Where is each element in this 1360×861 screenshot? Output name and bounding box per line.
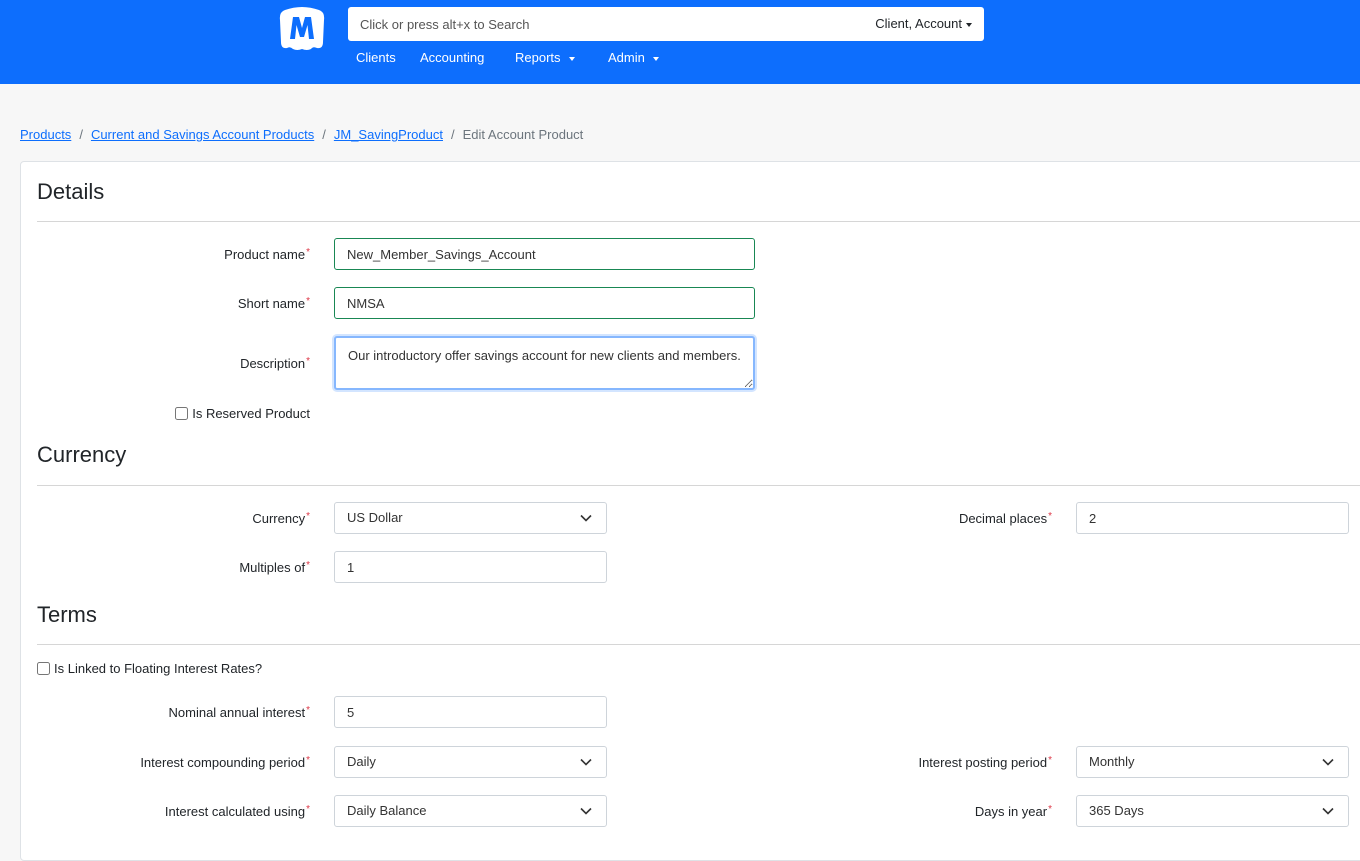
reserved-product-label: Is Reserved Product <box>192 406 310 421</box>
days-in-year-select[interactable]: 365 Days <box>1076 795 1349 827</box>
top-navbar: Client, Account Clients Accounting Repor… <box>0 0 1360 84</box>
compounding-period-label: Interest compounding period* <box>140 755 310 770</box>
days-in-year-value: 365 Days <box>1089 803 1144 818</box>
calculated-using-label: Interest calculated using* <box>164 804 310 819</box>
chevron-down-icon <box>1322 807 1334 815</box>
product-name-input[interactable] <box>334 238 755 270</box>
multiples-of-input[interactable] <box>334 551 607 583</box>
posting-period-select[interactable]: Monthly <box>1076 746 1349 778</box>
nav-admin-label: Admin <box>608 50 645 65</box>
currency-select-value: US Dollar <box>347 510 403 525</box>
breadcrumb-separator: / <box>450 127 455 142</box>
short-name-label: Short name* <box>237 296 310 311</box>
breadcrumb-products[interactable]: Products <box>20 127 71 142</box>
divider <box>37 221 1360 222</box>
search-input[interactable] <box>348 7 848 41</box>
currency-select[interactable]: US Dollar <box>334 502 607 534</box>
posting-period-value: Monthly <box>1089 754 1135 769</box>
currency-label: Currency* <box>252 511 310 526</box>
section-title-currency: Currency <box>37 442 127 467</box>
reserved-product-checkbox-row[interactable]: Is Reserved Product <box>175 406 310 421</box>
floating-rates-checkbox-row[interactable]: Is Linked to Floating Interest Rates? <box>37 661 262 676</box>
nav-clients[interactable]: Clients <box>356 50 396 65</box>
nav-reports[interactable]: Reports <box>515 50 575 65</box>
nav-accounting[interactable]: Accounting <box>420 50 484 65</box>
floating-rates-label: Is Linked to Floating Interest Rates? <box>54 661 263 676</box>
compounding-period-value: Daily <box>347 754 376 769</box>
breadcrumb-current-savings[interactable]: Current and Savings Account Products <box>91 127 314 142</box>
days-in-year-label: Days in year* <box>974 804 1052 819</box>
global-search: Client, Account <box>348 7 984 41</box>
required-mark: * <box>1048 804 1052 815</box>
caret-down-icon <box>652 56 659 61</box>
description-label: Description* <box>240 356 310 371</box>
search-scope-dropdown[interactable]: Client, Account <box>875 16 972 31</box>
section-title-terms: Terms <box>37 602 97 627</box>
calculated-using-select[interactable]: Daily Balance <box>334 795 607 827</box>
required-mark: * <box>306 247 310 258</box>
section-title-details: Details <box>37 179 105 204</box>
breadcrumb: Products / Current and Savings Account Pro… <box>20 127 583 142</box>
divider <box>37 485 1360 486</box>
caret-down-icon <box>568 56 575 61</box>
required-mark: * <box>306 296 310 307</box>
calculated-using-value: Daily Balance <box>347 803 427 818</box>
chevron-down-icon <box>580 807 592 815</box>
chevron-down-icon <box>580 758 592 766</box>
required-mark: * <box>1048 755 1052 766</box>
product-name-label: Product name* <box>224 247 310 262</box>
search-scope-label: Client, Account <box>875 16 962 31</box>
required-mark: * <box>306 705 310 716</box>
app-logo-icon[interactable] <box>279 6 325 52</box>
required-mark: * <box>306 511 310 522</box>
nominal-interest-input[interactable] <box>334 696 607 728</box>
breadcrumb-separator: / <box>79 127 83 142</box>
nav-admin[interactable]: Admin <box>608 50 659 65</box>
nominal-interest-label: Nominal annual interest* <box>168 705 310 720</box>
required-mark: * <box>306 560 310 571</box>
decimal-places-label: Decimal places* <box>958 511 1052 526</box>
chevron-down-icon <box>580 514 592 522</box>
breadcrumb-product[interactable]: JM_SavingProduct <box>334 127 443 142</box>
divider <box>37 644 1360 645</box>
required-mark: * <box>306 804 310 815</box>
nav-reports-label: Reports <box>515 50 561 65</box>
required-mark: * <box>306 755 310 766</box>
decimal-places-input[interactable] <box>1076 502 1349 534</box>
required-mark: * <box>1048 511 1052 522</box>
chevron-down-icon <box>1322 758 1334 766</box>
compounding-period-select[interactable]: Daily <box>334 746 607 778</box>
caret-down-icon <box>966 22 972 27</box>
multiples-of-label: Multiples of* <box>239 560 310 575</box>
posting-period-label: Interest posting period* <box>918 755 1052 770</box>
required-mark: * <box>306 356 310 367</box>
breadcrumb-current: Edit Account Product <box>462 127 584 142</box>
floating-rates-checkbox[interactable] <box>37 662 50 675</box>
description-textarea[interactable]: Our introductory offer savings account f… <box>334 336 755 390</box>
short-name-input[interactable] <box>334 287 755 319</box>
breadcrumb-separator: / <box>322 127 326 142</box>
reserved-product-checkbox[interactable] <box>175 407 189 420</box>
